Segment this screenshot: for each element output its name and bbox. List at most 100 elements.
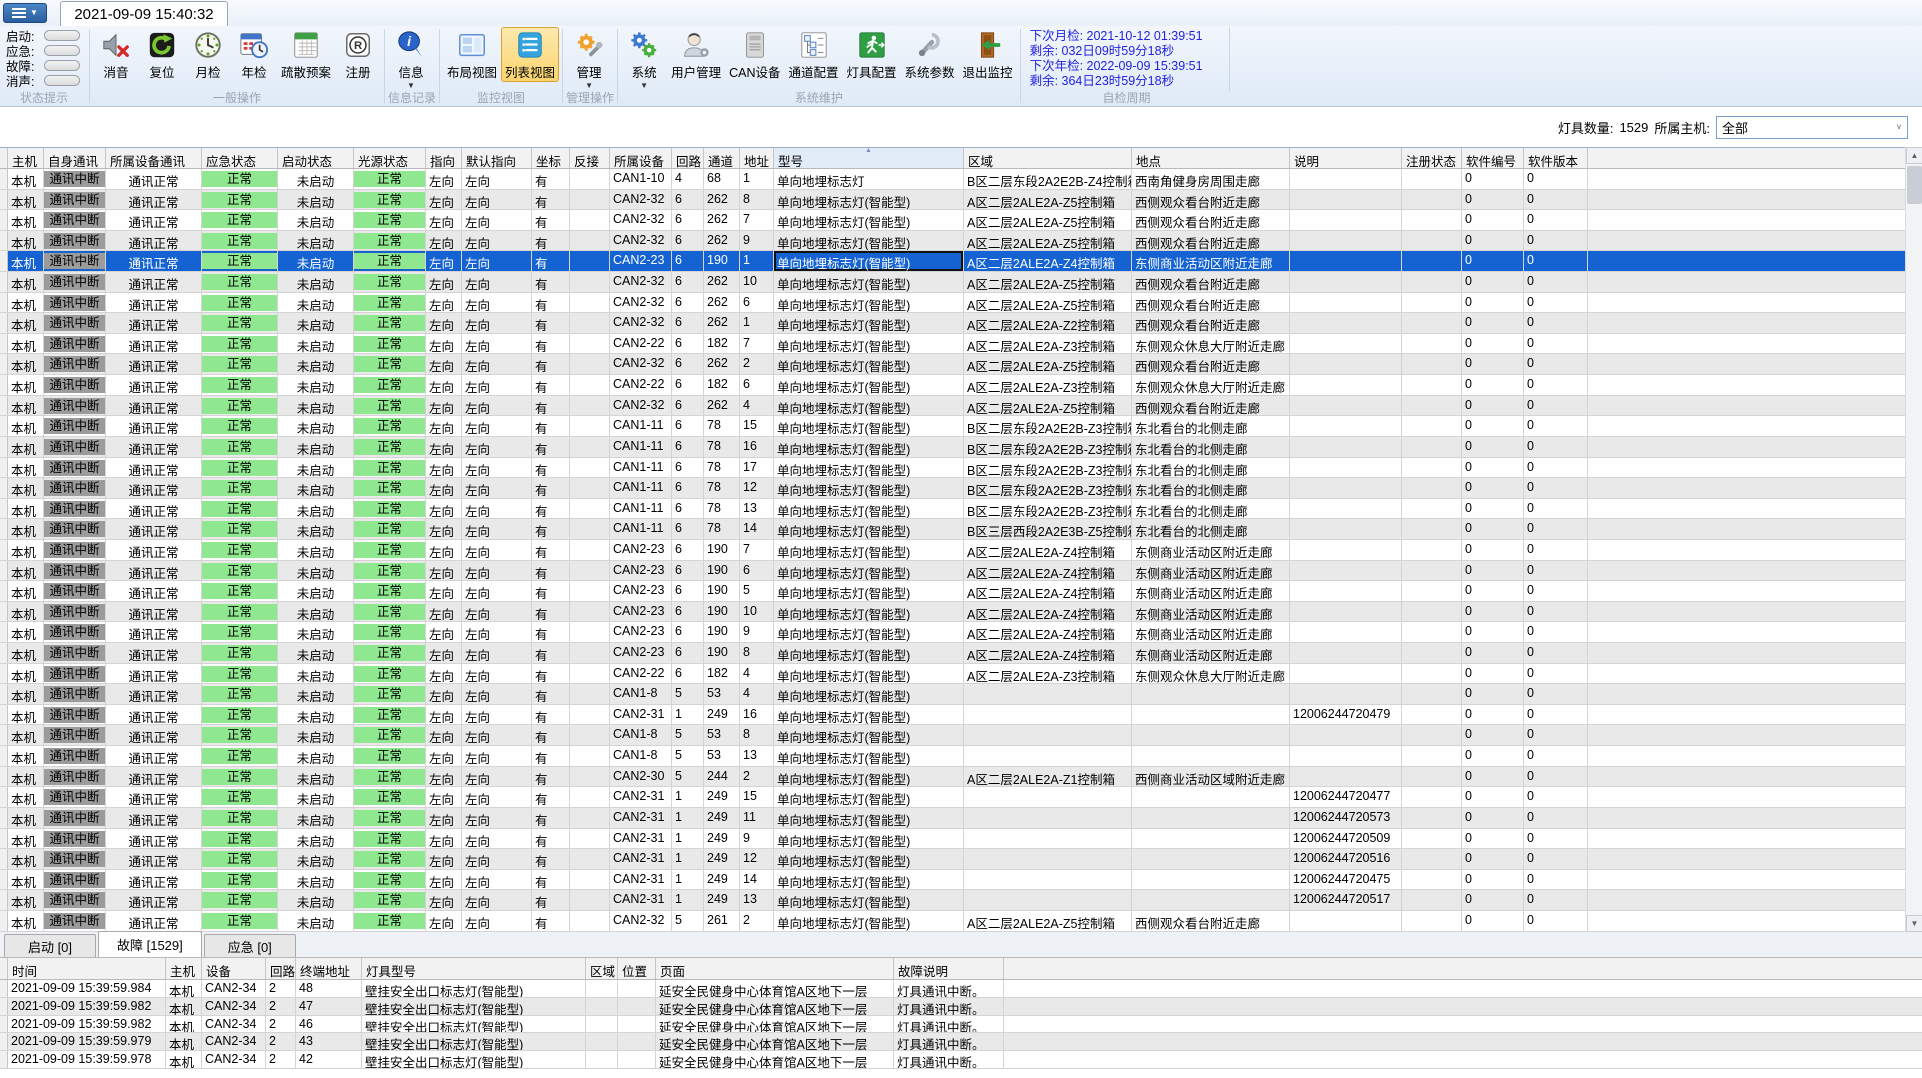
fault-row[interactable]: 2021-09-09 15:39:59.979 本机 CAN2-34 2 43 壁挂安全出… (0, 1033, 1922, 1052)
tab-fault[interactable]: 故障 [1529] (98, 931, 202, 957)
column-header[interactable]: 页面 (656, 958, 894, 979)
table-row[interactable]: 本机 通讯中断 通讯正常 正常 未启动 正常 左向 左向有 CAN2-31 1 249 12 单向地埋标… (0, 849, 1905, 870)
user-management-button[interactable]: 用户管理 (667, 27, 725, 82)
lamp-config-button[interactable]: 灯具配置 (843, 27, 901, 82)
scroll-down-icon[interactable]: ▼ (1906, 915, 1922, 932)
column-header[interactable]: 说明 (1290, 148, 1402, 168)
table-row[interactable]: 本机 通讯中断 通讯正常 正常 未启动 正常 左向 左向有 CAN1-8 5 53 13 单向地埋标志灯… (0, 746, 1905, 767)
table-row[interactable]: 本机 通讯中断 通讯正常 正常 未启动 正常 左向 左向有 CAN2-32 6 262 7 单向地埋标志… (0, 210, 1905, 231)
column-header[interactable]: 地点 (1132, 148, 1290, 168)
column-header[interactable]: 反接 (570, 148, 610, 168)
column-header[interactable]: 地址 (740, 148, 774, 168)
table-row[interactable]: 本机 通讯中断 通讯正常 正常 未启动 正常 左向 左向有 CAN1-11 6 78 17 单向地埋标志… (0, 457, 1905, 479)
layout-view-button[interactable]: 布局视图 (443, 27, 501, 82)
column-header[interactable]: 主机 (166, 958, 202, 979)
table-row[interactable]: 本机 通讯中断 通讯正常 正常 未启动 正常 左向 左向有 CAN2-31 1 249 14 单向地埋标… (0, 869, 1905, 891)
scroll-up-icon[interactable]: ▲ (1906, 147, 1922, 164)
silence-indicator[interactable] (44, 74, 80, 86)
fault-row[interactable]: 2021-09-09 15:39:59.982 本机 CAN2-34 2 47 壁挂安全出… (0, 997, 1922, 1016)
column-header[interactable]: 坐标 (532, 148, 570, 168)
column-header[interactable]: 灯具型号 (362, 958, 586, 979)
table-row[interactable]: 本机 通讯中断 通讯正常 正常 未启动 正常 左向 左向有 CAN2-32 6 262 1 单向地埋标志… (0, 313, 1905, 334)
column-header[interactable]: 位置 (618, 958, 656, 979)
evacuation-plan-button[interactable]: 疏散预案 (277, 27, 335, 82)
table-row[interactable]: 本机 通讯中断 通讯正常 正常 未启动 正常 左向 左向有 CAN2-32 6 262 4 单向地埋标志… (0, 395, 1905, 417)
start-indicator[interactable] (44, 29, 80, 41)
table-row[interactable]: 本机 通讯中断 通讯正常 正常 未启动 正常 左向 左向有 CAN1-11 6 78 12 单向地埋标志… (0, 478, 1905, 499)
table-row[interactable]: 本机 通讯中断 通讯正常 正常 未启动 正常 左向 左向有 CAN2-22 6 182 6 单向地埋标志… (0, 375, 1905, 396)
column-header[interactable]: 软件版本 (1524, 148, 1588, 168)
column-header[interactable]: 光源状态 (354, 148, 426, 168)
table-row[interactable]: 本机 通讯中断 通讯正常 正常 未启动 正常 左向 左向有 CAN1-8 5 53 4 单向地埋标志灯(… (0, 684, 1905, 705)
column-header[interactable]: 启动状态 (278, 148, 354, 168)
scrollbar-thumb[interactable] (1907, 166, 1922, 204)
column-header[interactable]: 软件编号 (1462, 148, 1524, 168)
emergency-indicator[interactable] (44, 44, 80, 56)
table-row[interactable]: 本机 通讯中断 通讯正常 正常 未启动 正常 左向 左向有 CAN1-8 5 53 8 单向地埋标志灯(… (0, 725, 1905, 747)
column-header[interactable]: 回路 (672, 148, 704, 168)
manage-button[interactable]: 管理 ▼ (566, 27, 612, 91)
register-button[interactable]: R 注册 (335, 27, 381, 82)
column-header[interactable]: 区域 (586, 958, 618, 979)
fault-indicator[interactable] (44, 59, 80, 71)
table-row[interactable]: 本机 通讯中断 通讯正常 正常 未启动 正常 左向 左向有 CAN2-23 6 190 7 单向地埋标志… (0, 539, 1905, 561)
column-header[interactable]: 设备 (202, 958, 266, 979)
column-header[interactable]: 终端地址 (296, 958, 362, 979)
table-row[interactable]: 本机 通讯中断 通讯正常 正常 未启动 正常 左向 左向有 CAN2-31 1 249 16 单向地埋标… (0, 704, 1905, 726)
info-button[interactable]: i 信息 ▼ (388, 27, 434, 91)
table-row[interactable]: 本机 通讯中断 通讯正常 正常 未启动 正常 左向 左向有 CAN2-23 6 190 9 单向地埋标志… (0, 622, 1905, 644)
table-row[interactable]: 本机 通讯中断 通讯正常 正常 未启动 正常 左向 左向有 CAN2-22 6 182 4 单向地埋标志… (0, 663, 1905, 685)
column-header[interactable]: 主机 (8, 148, 44, 168)
table-row[interactable]: 本机 通讯中断 通讯正常 正常 未启动 正常 左向 左向有 CAN2-30 5 244 2 单向地埋标志… (0, 766, 1905, 788)
table-row[interactable]: 本机 通讯中断 通讯正常 正常 未启动 正常 左向 左向有 CAN2-31 1 249 11 单向地埋标… (0, 807, 1905, 829)
can-device-button[interactable]: CAN设备 (725, 27, 784, 82)
column-header[interactable]: 所属设备 (610, 148, 672, 168)
mute-button[interactable]: 消音 (93, 27, 139, 82)
table-row[interactable]: 本机 通讯中断 通讯正常 正常 未启动 正常 左向 左向有 CAN2-23 6 190 5 单向地埋标志… (0, 581, 1905, 602)
column-header[interactable]: 故障说明 (894, 958, 1004, 979)
exit-monitor-button[interactable]: 退出监控 (959, 27, 1017, 82)
reset-button[interactable]: 复位 (139, 27, 185, 82)
system-button[interactable]: 系统 ▼ (621, 27, 667, 91)
column-header[interactable]: 应急状态 (202, 148, 278, 168)
vertical-scrollbar[interactable]: ▲ ▼ (1905, 147, 1922, 932)
channel-config-button[interactable]: 通道配置 (785, 27, 843, 82)
host-filter-select[interactable]: 全部 ˅ (1716, 115, 1908, 139)
table-row[interactable]: 本机 通讯中断 通讯正常 正常 未启动 正常 左向 左向有 CAN2-22 6 182 7 单向地埋标志… (0, 333, 1905, 355)
column-header[interactable]: 型号 ▲ (774, 148, 964, 168)
table-row[interactable]: 本机 通讯中断 通讯正常 正常 未启动 正常 左向 左向有 CAN2-31 1 249 15 单向地埋标… (0, 787, 1905, 808)
column-header[interactable]: 默认指向 (462, 148, 532, 168)
column-header[interactable]: 自身通讯 (44, 148, 106, 168)
column-header[interactable]: 所属设备通讯 (106, 148, 202, 168)
table-row[interactable]: 本机 通讯中断 通讯正常 正常 未启动 正常 左向 左向有 CAN2-32 6 262 9 单向地埋标志… (0, 230, 1905, 252)
tab-start[interactable]: 启动 [0] (4, 934, 96, 957)
system-params-button[interactable]: 系统参数 (901, 27, 959, 82)
table-row[interactable]: 本机 通讯中断 通讯正常 正常 未启动 正常 左向 左向有 CAN1-11 6 78 14 单向地埋标志… (0, 519, 1905, 540)
tab-emergency[interactable]: 应急 [0] (203, 934, 296, 957)
table-row[interactable]: 本机 通讯中断 通讯正常 正常 未启动 正常 左向 左向有 CAN2-32 6 262 8 单向地埋标志… (0, 189, 1905, 211)
fault-row[interactable]: 2021-09-09 15:39:59.984 本机 CAN2-34 2 48 壁挂安全出… (0, 980, 1922, 998)
column-header[interactable]: 注册状态 (1402, 148, 1462, 168)
app-menu-button[interactable]: ▼ (3, 3, 47, 23)
year-check-button[interactable]: 年检 (231, 27, 277, 82)
table-row[interactable]: 本机 通讯中断 通讯正常 正常 未启动 正常 左向 左向有 CAN2-23 6 190 8 单向地埋标志… (0, 643, 1905, 664)
column-header[interactable]: 回路 (266, 958, 296, 979)
table-row[interactable]: 本机 通讯中断 通讯正常 正常 未启动 正常 左向 左向有 CAN2-31 1 249 9 单向地埋标志… (0, 828, 1905, 850)
table-row[interactable]: 本机 通讯中断 通讯正常 正常 未启动 正常 左向 左向有 CAN1-10 4 68 1 单向地埋标志灯… (0, 169, 1905, 190)
table-row[interactable]: 本机 通讯中断 通讯正常 正常 未启动 正常 左向 左向有 CAN1-11 6 78 15 单向地埋标志… (0, 416, 1905, 437)
fault-row[interactable]: 2021-09-09 15:39:59.982 本机 CAN2-34 2 46 壁挂安全出… (0, 1015, 1922, 1034)
column-header[interactable]: 时间 (8, 958, 166, 979)
column-header[interactable]: 指向 (426, 148, 462, 168)
table-row[interactable]: 本机 通讯中断 通讯正常 正常 未启动 正常 左向 左向有 CAN1-11 6 78 13 单向地埋标志… (0, 498, 1905, 520)
table-row[interactable]: 本机 通讯中断 通讯正常 正常 未启动 正常 左向 左向有 CAN2-23 6 190 1 单向地埋标志… (0, 251, 1905, 273)
list-view-button[interactable]: 列表视图 (501, 27, 560, 82)
table-row[interactable]: 本机 通讯中断 通讯正常 正常 未启动 正常 左向 左向有 CAN1-11 6 78 16 单向地埋标志… (0, 436, 1905, 458)
column-header[interactable]: 通道 (704, 148, 740, 168)
table-row[interactable]: 本机 通讯中断 通讯正常 正常 未启动 正常 左向 左向有 CAN2-32 6 262 6 单向地埋标志… (0, 292, 1905, 314)
table-row[interactable]: 本机 通讯中断 通讯正常 正常 未启动 正常 左向 左向有 CAN2-23 6 190 6 单向地埋标志… (0, 560, 1905, 582)
month-check-button[interactable]: 月检 (185, 27, 231, 82)
table-row[interactable]: 本机 通讯中断 通讯正常 正常 未启动 正常 左向 左向有 CAN2-32 6 262 2 单向地埋标志… (0, 354, 1905, 376)
column-header[interactable]: 区域 (964, 148, 1132, 168)
table-row[interactable]: 本机 通讯中断 通讯正常 正常 未启动 正常 左向 左向有 CAN2-23 6 190 10 单向地埋标… (0, 601, 1905, 623)
fault-row[interactable]: 2021-09-09 15:39:59.978 本机 CAN2-34 2 42 壁挂安全出… (0, 1051, 1922, 1069)
